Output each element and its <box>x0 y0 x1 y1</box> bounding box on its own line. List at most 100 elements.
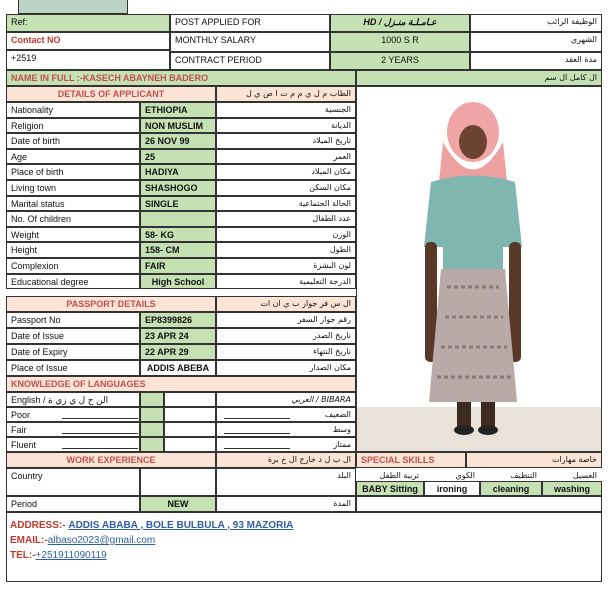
passport-field-label: Date of Issue <box>6 328 140 344</box>
applicant-field-label: Complexion <box>6 258 140 274</box>
post-applied-ar: الوظيفة الرائب <box>470 14 602 32</box>
tel-value[interactable]: +251911090119 <box>36 550 107 561</box>
skill-ar: تربية الطفل <box>379 471 419 480</box>
applicant-field-ar: مكان الميلاد <box>216 164 356 180</box>
contact-label: Contact NO <box>6 32 170 50</box>
applicant-field-ar: الوزن <box>216 226 356 243</box>
applicant-header-ar: الطاب م ل ي م م ت ا ص ي ل <box>216 86 356 102</box>
passport-field-ar: تاريخ الصدر <box>216 328 356 344</box>
applicant-field-label: Age <box>6 148 140 165</box>
applicant-field-value: SINGLE <box>140 195 216 212</box>
language-check-cell <box>140 392 164 407</box>
applicant-field-value: ETHIOPIA <box>140 102 216 118</box>
applicant-field-label: Living town <box>6 180 140 196</box>
applicant-photo-illustration <box>357 87 601 451</box>
skill-item: ironing <box>424 481 480 496</box>
applicant-field-ar: تاريخ الميلاد <box>216 133 356 149</box>
full-name-ar: ال كامل ال سم <box>356 70 602 86</box>
phone-prefix: +2519 <box>6 50 170 70</box>
passport-field-label: Passport No <box>6 312 140 328</box>
language-underline <box>62 433 138 434</box>
applicant-field-ar: الدرجة التعليمية <box>216 273 356 290</box>
language-blank-cell <box>164 407 216 422</box>
skill-ar: الكوي <box>455 471 475 480</box>
passport-field-value: 23 APR 24 <box>140 328 216 344</box>
language-blank-cell <box>164 422 216 437</box>
applicant-field-ar: الحالة الجتماعية <box>216 195 356 212</box>
country-label: Country <box>6 468 140 496</box>
passport-field-ar: رقم جواز السفر <box>216 312 356 328</box>
email-label: EMAIL:- <box>10 535 48 546</box>
language-underline-ar <box>224 448 290 449</box>
passport-field-value: ADDIS ABEBA <box>140 360 216 376</box>
language-ar: BIBARA / العربي <box>216 392 356 407</box>
skill-item: BABY Sitting <box>356 481 424 496</box>
address-value[interactable]: ADDIS ABABA , BOLE BULBULA , 93 MAZORIA <box>68 520 293 531</box>
applicant-field-ar: الديانة <box>216 117 356 134</box>
passport-field-ar: مكان الصدار <box>216 360 356 376</box>
language-label: Fair <box>6 422 140 437</box>
passport-field-value: EP8399826 <box>140 312 216 328</box>
applicant-field-ar: عدد الطفال <box>216 211 356 227</box>
language-underline-ar <box>224 433 290 434</box>
experience-header-ar: ال ب ل د خارج ال خ برة <box>216 452 356 468</box>
language-blank-cell <box>164 392 216 407</box>
applicant-field-value: 26 NOV 99 <box>140 133 216 149</box>
applicant-field-label: Height <box>6 242 140 258</box>
languages-header: KNOWLEDGE OF LANGUAGES <box>6 376 356 392</box>
post-applied-value: HD / عـامـلـة منـزل <box>330 14 470 32</box>
skill-item: washing <box>542 481 602 496</box>
passport-field-ar: تاريخ النتهاء <box>216 344 356 360</box>
language-label: Poor <box>6 407 140 422</box>
skills-header-ar: خاصة مهارات <box>466 452 602 468</box>
skill-item: cleaning <box>480 481 542 496</box>
applicant-field-ar: الطول <box>216 242 356 258</box>
tel-line: TEL:-+251911090119 <box>10 550 107 561</box>
applicant-field-value: 58- KG <box>140 226 216 243</box>
contract-value: 2 YEARS <box>330 52 470 70</box>
language-ar: وسط <box>216 422 356 437</box>
applicant-field-label: Date of birth <box>6 133 140 149</box>
language-blank-cell <box>164 437 216 452</box>
email-value[interactable]: albaso2023@gmail.com <box>48 535 155 546</box>
applicant-photo <box>356 86 602 452</box>
passport-field-label: Date of Expiry <box>6 344 140 360</box>
language-check-cell <box>140 437 164 452</box>
passport-header-ar: ال س فر جواز ب ي ان ات <box>216 296 356 312</box>
applicant-field-label: Religion <box>6 117 140 134</box>
experience-header: WORK EXPERIENCE <box>6 452 216 468</box>
applicant-field-ar: مكان السكن <box>216 180 356 196</box>
country-ar: البلد <box>216 468 356 496</box>
applicant-field-value: 158- CM <box>140 242 216 258</box>
language-ar: ممتاز <box>216 437 356 452</box>
country-value <box>140 468 216 496</box>
address-line: ADDRESS:- ADDIS ABABA , BOLE BULBULA , 9… <box>10 520 293 531</box>
applicant-field-ar: لون البشرة <box>216 258 356 274</box>
period-value: NEW <box>140 496 216 512</box>
email-line: EMAIL:-albaso2023@gmail.com <box>10 535 155 546</box>
salary-value: 1000 S R <box>330 32 470 52</box>
language-underline <box>62 448 138 449</box>
applicant-field-label: Educational degree <box>6 273 140 290</box>
applicant-field-label: Nationality <box>6 102 140 118</box>
full-name: NAME IN FULL :-KASECH ABAYNEH BADERO <box>6 70 356 86</box>
applicant-field-label: Place of birth <box>6 164 140 180</box>
passport-field-label: Place of Issue <box>6 360 140 376</box>
applicant-field-value: FAIR <box>140 258 216 274</box>
language-check-cell <box>140 422 164 437</box>
passport-field-value: 22 APR 29 <box>140 344 216 360</box>
language-ar: الضعيف <box>216 407 356 422</box>
language-label: English / الن ج ل ي زي ة <box>6 392 140 407</box>
applicant-field-ar: العمر <box>216 148 356 165</box>
applicant-field-value: 25 <box>140 148 216 165</box>
period-label: Period <box>6 496 140 512</box>
contract-label: CONTRACT PERIOD <box>170 52 330 70</box>
language-check-cell <box>140 407 164 422</box>
contract-ar: مدة العقد <box>470 52 602 70</box>
language-label: Fluent <box>6 437 140 452</box>
applicant-header: DETAILS OF APPLICANT <box>6 86 216 102</box>
applicant-field-value: High School <box>140 273 216 290</box>
applicant-field-ar: الجنسية <box>216 102 356 118</box>
language-underline-ar <box>224 418 290 419</box>
address-label: ADDRESS:- <box>10 520 66 531</box>
